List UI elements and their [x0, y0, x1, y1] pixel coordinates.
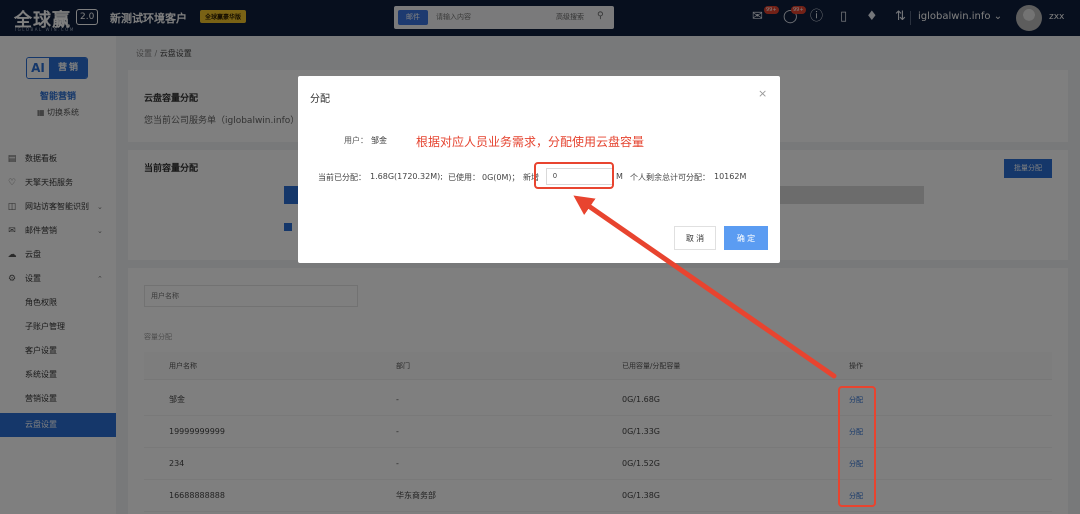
annotation-arrow [573, 195, 837, 379]
